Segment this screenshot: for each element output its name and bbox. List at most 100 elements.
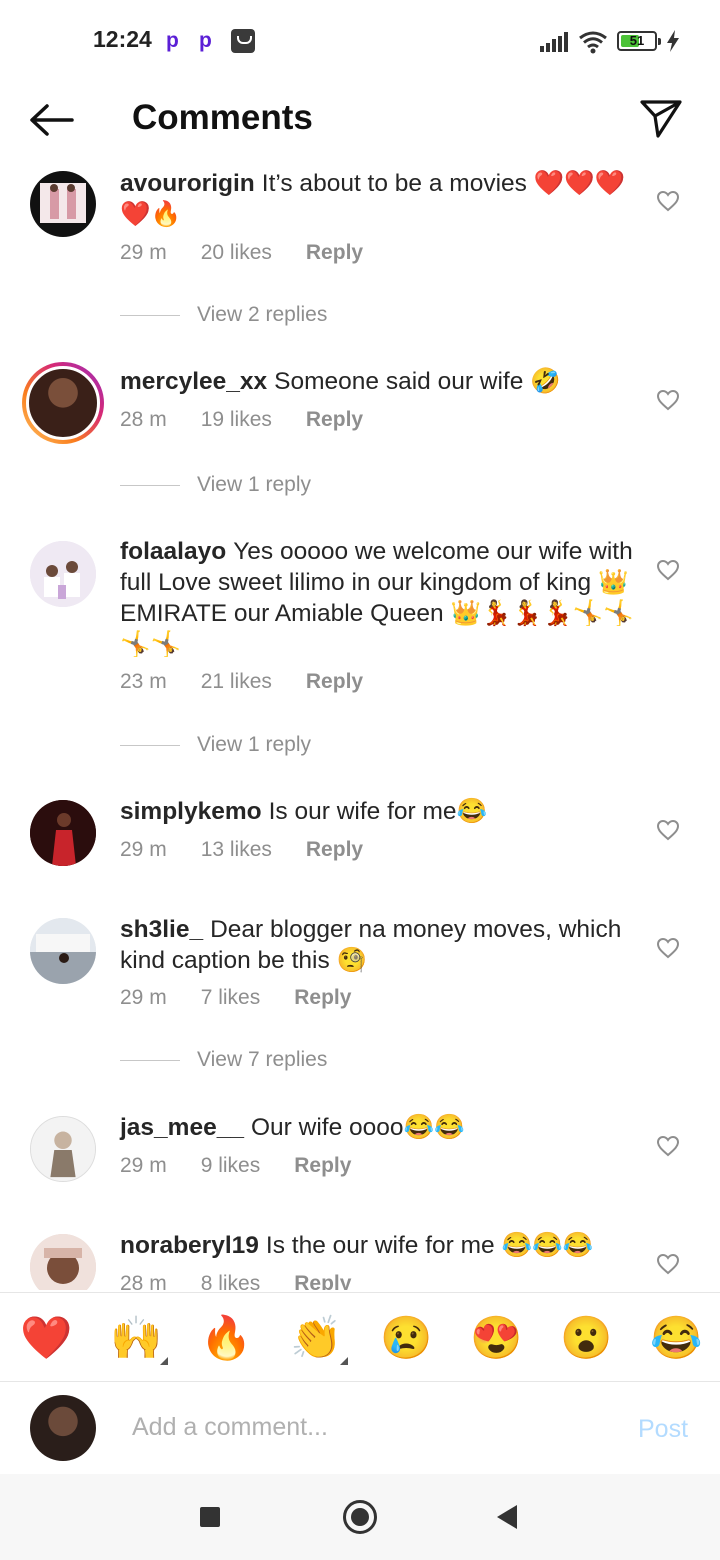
comment-username[interactable]: noraberyl19 — [120, 1232, 259, 1259]
heart-icon[interactable] — [656, 937, 680, 959]
reply-button[interactable]: Reply — [306, 241, 363, 264]
comment-time: 29 m — [120, 838, 167, 861]
avatar-story-ring[interactable] — [22, 362, 104, 444]
avatar[interactable] — [30, 800, 96, 866]
comment-username[interactable]: mercylee_xx — [120, 368, 267, 395]
reaction-fire[interactable]: 🔥 — [200, 1313, 252, 1363]
heart-icon[interactable] — [656, 559, 680, 581]
reply-button[interactable]: Reply — [306, 838, 363, 861]
arrow-left-icon[interactable] — [28, 102, 74, 138]
signal-icon — [540, 32, 570, 52]
comment-composer: Add a comment... Post — [0, 1383, 720, 1473]
comment-text: Someone said our wife 🤣 — [274, 368, 561, 395]
comment-time: 28 m — [120, 1272, 167, 1290]
divider — [120, 1059, 180, 1061]
charging-icon — [667, 30, 679, 52]
avatar[interactable] — [30, 1116, 96, 1182]
paper-plane-icon[interactable] — [638, 96, 684, 142]
back-triangle-icon[interactable] — [497, 1505, 517, 1529]
divider — [120, 744, 180, 746]
comment-likes[interactable]: 21 likes — [201, 670, 272, 693]
comment-username[interactable]: sh3lie_ — [120, 916, 203, 943]
heart-icon[interactable] — [656, 190, 680, 212]
comment-text: Is the our wife for me 😂😂😂 — [265, 1232, 593, 1259]
comment-meta: 28 m 19 likes Reply — [120, 408, 397, 432]
comments-list[interactable]: avourorigin It’s about to be a movies ❤️❤… — [0, 156, 720, 1290]
battery-level: 51 — [629, 33, 645, 48]
heart-icon[interactable] — [656, 1253, 680, 1275]
comment-text: Is our wife for me😂 — [268, 798, 488, 825]
comment-likes[interactable]: 7 likes — [201, 986, 261, 1009]
view-replies-button[interactable]: View 7 replies — [120, 1048, 327, 1072]
comment-time: 29 m — [120, 1154, 167, 1177]
divider — [120, 484, 180, 486]
view-replies-button[interactable]: View 2 replies — [120, 303, 327, 327]
avatar[interactable] — [30, 1234, 96, 1290]
reply-button[interactable]: Reply — [306, 670, 363, 693]
shopping-bag-icon — [231, 29, 255, 53]
view-replies-label: View 1 reply — [197, 473, 312, 496]
divider — [120, 314, 180, 316]
view-replies-label: View 7 replies — [197, 1048, 328, 1071]
reaction-heart[interactable]: ❤️ — [20, 1313, 72, 1363]
avatar[interactable] — [30, 171, 96, 237]
avatar[interactable] — [30, 541, 96, 607]
variant-indicator-icon — [340, 1357, 348, 1365]
comment-username[interactable]: avourorigin — [120, 170, 255, 197]
comment-text: Our wife oooo😂😂 — [250, 1114, 465, 1141]
comment-meta: 28 m 8 likes Reply — [120, 1272, 385, 1290]
reply-button[interactable]: Reply — [294, 1272, 351, 1290]
battery-icon: 51 — [617, 31, 661, 51]
comment-username[interactable]: simplykemo — [120, 798, 262, 825]
reply-button[interactable]: Reply — [294, 1154, 351, 1177]
comment-meta: 23 m 21 likes Reply — [120, 670, 397, 694]
avatar[interactable] — [30, 918, 96, 984]
view-replies-label: View 1 reply — [197, 733, 312, 756]
heart-icon[interactable] — [656, 389, 680, 411]
page-title: Comments — [132, 98, 313, 137]
comment-meta: 29 m 20 likes Reply — [120, 241, 397, 265]
status-time: 12:24 — [93, 26, 152, 52]
status-bar: 12:24 p p 51 — [0, 0, 720, 84]
reaction-crying[interactable]: 😢 — [380, 1313, 432, 1363]
system-nav-bar — [0, 1474, 720, 1560]
comment-username[interactable]: jas_mee__ — [120, 1114, 244, 1141]
reaction-raised-hands-label: 🙌 — [110, 1314, 163, 1361]
comment-username[interactable]: folaalayo — [120, 538, 226, 565]
heart-icon[interactable] — [656, 819, 680, 841]
reply-button[interactable]: Reply — [306, 408, 363, 431]
post-button[interactable]: Post — [638, 1415, 688, 1444]
comment-time: 29 m — [120, 241, 167, 264]
comments-header: Comments — [0, 84, 720, 156]
reply-button[interactable]: Reply — [294, 986, 351, 1009]
comment-input[interactable]: Add a comment... — [132, 1413, 328, 1442]
view-replies-button[interactable]: View 1 reply — [120, 473, 311, 497]
reaction-raised-hands[interactable]: 🙌 — [110, 1313, 168, 1365]
recents-icon[interactable] — [200, 1507, 220, 1527]
reaction-clap[interactable]: 👏 — [290, 1313, 348, 1365]
comment-time: 23 m — [120, 670, 167, 693]
home-icon[interactable] — [343, 1500, 377, 1534]
comment-meta: 29 m 9 likes Reply — [120, 1154, 385, 1178]
reaction-clap-label: 👏 — [290, 1314, 343, 1361]
comment-meta: 29 m 7 likes Reply — [120, 986, 385, 1010]
comment-likes[interactable]: 20 likes — [201, 241, 272, 264]
view-replies-label: View 2 replies — [197, 303, 328, 326]
app-notification-icon: p — [166, 29, 179, 52]
view-replies-button[interactable]: View 1 reply — [120, 733, 311, 757]
heart-icon[interactable] — [656, 1135, 680, 1157]
quick-reactions-bar: ❤️ 🙌 🔥 👏 😢 😍 😮 😂 — [0, 1292, 720, 1382]
variant-indicator-icon — [160, 1357, 168, 1365]
reaction-heart-eyes[interactable]: 😍 — [470, 1313, 522, 1363]
comment-likes[interactable]: 8 likes — [201, 1272, 261, 1290]
comment-likes[interactable]: 9 likes — [201, 1154, 261, 1177]
my-avatar — [30, 1395, 96, 1461]
comment-time: 28 m — [120, 408, 167, 431]
reaction-surprised[interactable]: 😮 — [560, 1313, 612, 1363]
comment-meta: 29 m 13 likes Reply — [120, 838, 397, 862]
comment-likes[interactable]: 13 likes — [201, 838, 272, 861]
comment-likes[interactable]: 19 likes — [201, 408, 272, 431]
comment-time: 29 m — [120, 986, 167, 1009]
reaction-laughing[interactable]: 😂 — [650, 1313, 702, 1363]
wifi-icon — [579, 31, 607, 54]
